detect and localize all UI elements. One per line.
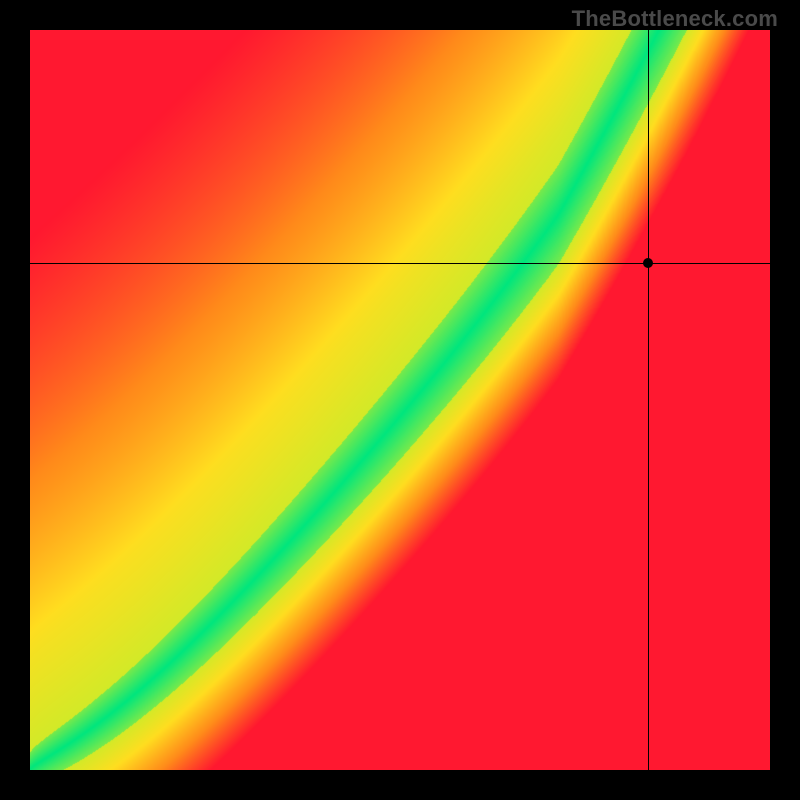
crosshair-horizontal xyxy=(30,263,770,264)
chart-frame: TheBottleneck.com xyxy=(0,0,800,800)
marker-point xyxy=(643,258,653,268)
crosshair-vertical xyxy=(648,30,649,770)
heatmap-canvas xyxy=(30,30,770,770)
watermark: TheBottleneck.com xyxy=(572,6,778,32)
heatmap-plot xyxy=(30,30,770,770)
